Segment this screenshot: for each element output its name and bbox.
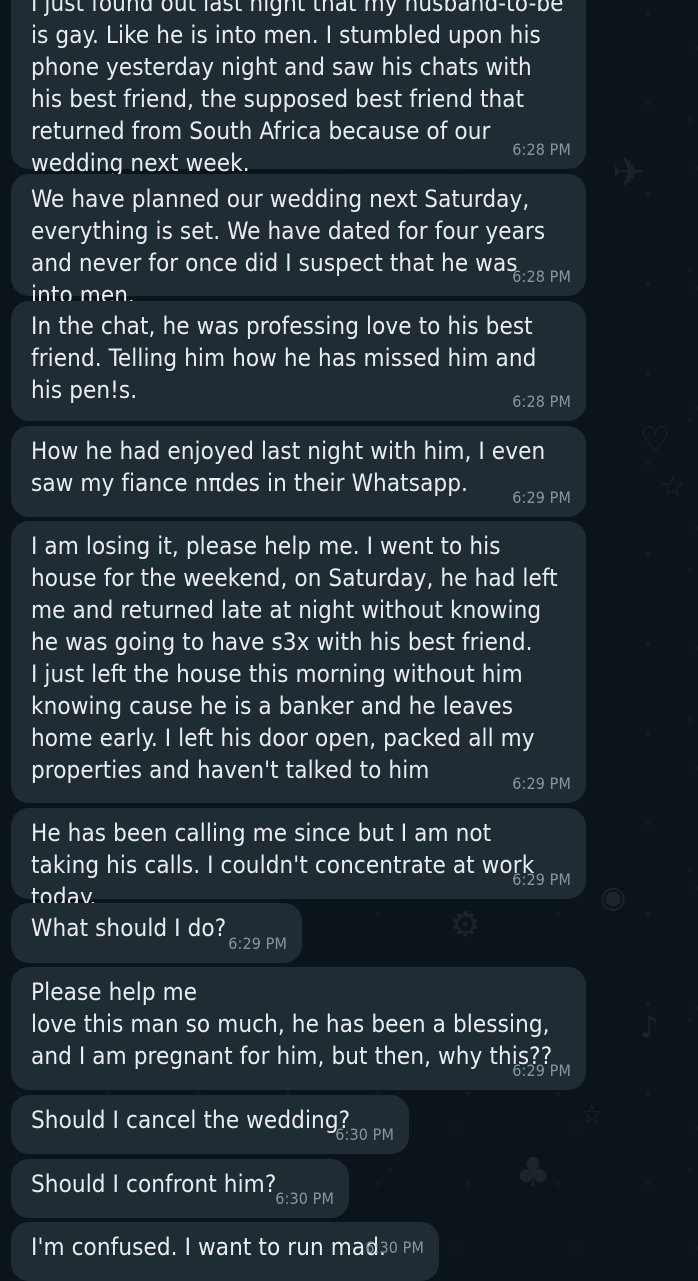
message-text: He has been calling me since but I am no…	[31, 819, 542, 911]
message-bubble[interactable]: Please help me love this man so much, he…	[11, 967, 586, 1090]
message-time: 6:30 PM	[275, 1189, 334, 1208]
message-time: 6:29 PM	[512, 488, 571, 507]
message-bubble[interactable]: Should I confront him? 6:30 PM	[11, 1159, 349, 1218]
message-text: We have planned our wedding next Saturda…	[31, 185, 553, 309]
message-bubble[interactable]: How he had enjoyed last night with him, …	[11, 426, 586, 517]
message-bubble[interactable]: In the chat, he was professing love to h…	[11, 301, 586, 421]
message-bubble[interactable]: I'm confused. I want to run mad. 6:30 PM	[11, 1222, 439, 1281]
message-bubble[interactable]: We have planned our wedding next Saturda…	[11, 174, 586, 309]
message-text: I'm confused. I want to run mad.	[31, 1233, 386, 1261]
message-time: 6:29 PM	[512, 1061, 571, 1080]
airplane-doodle-icon: ✈	[612, 150, 646, 196]
clover-doodle-icon: ♣	[515, 1150, 551, 1196]
message-text: How he had enjoyed last night with him, …	[31, 437, 553, 497]
message-bubble[interactable]: What should I do? 6:29 PM	[11, 903, 302, 963]
heart-doodle-icon: ♡	[640, 420, 671, 460]
star-doodle-icon: ☆	[580, 1100, 604, 1130]
message-text: I am losing it, please help me. I went t…	[31, 532, 558, 784]
camera-doodle-icon: ◉	[600, 880, 627, 915]
message-time: 6:28 PM	[512, 392, 571, 411]
message-time: 6:28 PM	[512, 140, 571, 159]
message-time: 6:29 PM	[512, 774, 571, 793]
message-time: 6:28 PM	[512, 267, 571, 286]
message-time: 6:30 PM	[365, 1238, 424, 1257]
message-time: 6:30 PM	[335, 1125, 394, 1144]
music-doodle-icon: ♪	[640, 1010, 660, 1045]
message-time: 6:29 PM	[228, 934, 287, 953]
message-text: Please help me love this man so much, he…	[31, 978, 553, 1070]
message-bubble[interactable]: Should I cancel the wedding? 6:30 PM	[11, 1095, 409, 1154]
message-bubble[interactable]: He has been calling me since but I am no…	[11, 808, 586, 911]
message-bubble[interactable]: I just found out last night that my husb…	[11, 0, 586, 177]
message-text: I just found out last night that my husb…	[31, 0, 571, 177]
message-text: In the chat, he was professing love to h…	[31, 312, 544, 404]
message-time: 6:29 PM	[512, 870, 571, 889]
star-doodle-icon: ☆	[660, 470, 686, 503]
message-bubble[interactable]: I am losing it, please help me. I went t…	[11, 521, 586, 803]
